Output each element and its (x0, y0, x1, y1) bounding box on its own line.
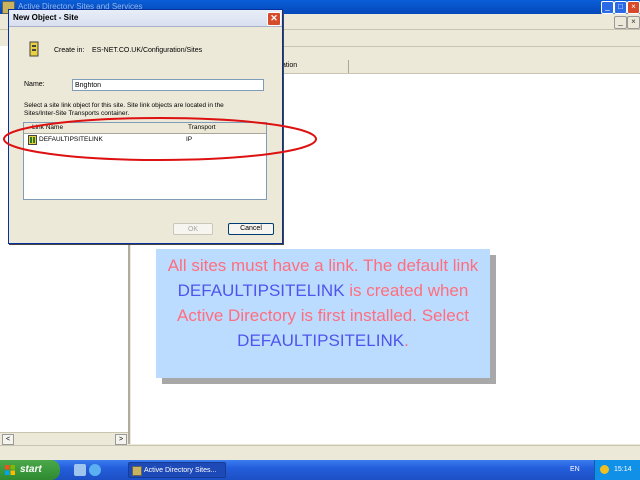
mmc-status-bar (0, 445, 640, 461)
caption-link-name: DEFAULTIPSITELINK (237, 331, 405, 350)
new-object-site-dialog: New Object - Site ✕ Create in: ES-NET.CO… (8, 9, 283, 244)
internet-explorer-icon[interactable] (89, 464, 101, 476)
maximize-icon[interactable]: □ (614, 1, 627, 14)
system-tray: 15:14 (594, 460, 640, 480)
site-link-icon (28, 135, 37, 145)
start-label: start (20, 464, 42, 475)
scroll-right-icon[interactable]: > (115, 434, 127, 445)
caption-link-name: DEFAULTIPSITELINK (177, 281, 345, 300)
site-link-description: Select a site link object for this site.… (24, 102, 224, 117)
language-indicator[interactable]: EN (570, 466, 580, 473)
cancel-button[interactable]: Cancel (228, 223, 274, 235)
dialog-close-icon[interactable]: ✕ (267, 12, 281, 26)
tray-network-icon[interactable] (600, 465, 609, 474)
dialog-title: New Object - Site (13, 13, 79, 22)
caption-text: All sites must have a link. The default … (167, 256, 479, 275)
minimize-icon[interactable]: _ (601, 1, 614, 14)
child-minimize-icon[interactable]: _ (614, 16, 627, 29)
site-link-name: DEFAULTIPSITELINK (39, 136, 103, 143)
dialog-title-bar: New Object - Site ✕ (9, 10, 282, 27)
ok-button[interactable]: OK (173, 223, 213, 235)
site-link-transport: IP (186, 136, 193, 143)
clock[interactable]: 15:14 (614, 466, 632, 473)
tree-horizontal-scrollbar[interactable]: < > (0, 432, 128, 445)
site-link-list[interactable]: Link Name Transport DEFAULTIPSITELINK IP (23, 122, 267, 200)
tutorial-caption: All sites must have a link. The default … (156, 249, 490, 378)
column-divider[interactable] (348, 60, 349, 73)
windows-flag-icon (5, 465, 15, 475)
site-link-row[interactable]: DEFAULTIPSITELINK IP (24, 134, 266, 146)
scroll-left-icon[interactable]: < (2, 434, 14, 445)
create-in-label: Create in: (54, 47, 85, 54)
name-input[interactable] (72, 79, 264, 91)
taskbar-item-mmc[interactable]: Active Directory Sites... (128, 462, 226, 478)
column-header-location[interactable]: ation (282, 62, 297, 69)
name-label: Name: (24, 81, 45, 88)
task-label: Active Directory Sites... (144, 467, 217, 474)
caption-text: . (404, 331, 409, 350)
taskbar: start Active Directory Sites... EN 15:14 (0, 460, 640, 480)
column-header-transport[interactable]: Transport (188, 124, 216, 131)
site-folder-icon (29, 41, 39, 57)
column-header-link-name[interactable]: Link Name (32, 124, 63, 131)
mmc-task-icon (132, 466, 142, 476)
site-link-list-header: Link Name Transport (24, 123, 266, 134)
start-button[interactable]: start (0, 460, 60, 480)
close-icon[interactable]: × (627, 1, 640, 14)
child-close-icon[interactable]: × (627, 16, 640, 29)
show-desktop-icon[interactable] (74, 464, 86, 476)
create-in-path: ES-NET.CO.UK/Configuration/Sites (92, 47, 203, 54)
